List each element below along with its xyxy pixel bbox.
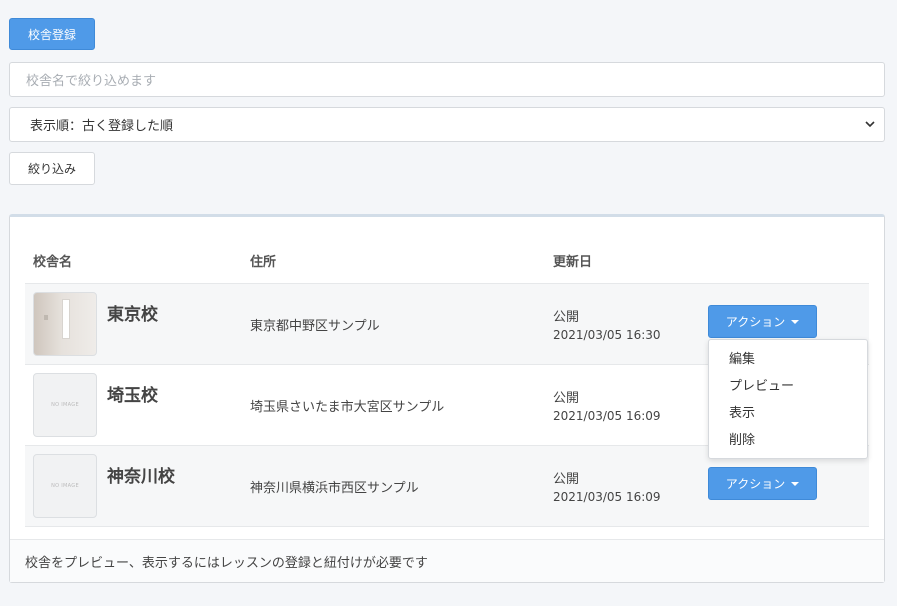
school-thumbnail: [33, 292, 97, 356]
school-status: 公開: [553, 310, 580, 325]
school-thumbnail: NO IMAGE: [33, 454, 97, 518]
action-dropdown-menu: 編集 プレビュー 表示 削除: [708, 339, 868, 459]
school-updated-date: 2021/03/05 16:30: [553, 328, 661, 342]
caret-down-icon: [791, 319, 800, 324]
filter-button[interactable]: 絞り込み: [9, 152, 95, 185]
menu-item-edit[interactable]: 編集: [709, 346, 867, 373]
school-address: 東京都中野区サンプル: [250, 319, 380, 334]
school-thumbnail: NO IMAGE: [33, 373, 97, 437]
no-image-placeholder: NO IMAGE: [51, 402, 79, 408]
header-name: 校舎名: [33, 255, 73, 270]
school-search-input[interactable]: 校舎名で絞り込めます: [9, 62, 885, 97]
table-header: 校舎名 住所 更新日: [25, 237, 869, 284]
school-updated-date: 2021/03/05 16:09: [553, 409, 661, 423]
no-image-placeholder: NO IMAGE: [51, 483, 79, 489]
school-name[interactable]: 東京校: [107, 300, 158, 325]
school-name[interactable]: 埼玉校: [107, 381, 158, 406]
register-school-button[interactable]: 校舎登録: [9, 18, 95, 50]
menu-item-show[interactable]: 表示: [709, 400, 867, 427]
action-button[interactable]: アクション: [708, 467, 817, 500]
sort-order-select[interactable]: 表示順：古く登録した順: [9, 107, 885, 142]
header-updated: 更新日: [553, 255, 593, 270]
chevron-down-icon: [865, 121, 875, 128]
header-address: 住所: [250, 255, 277, 270]
search-placeholder: 校舎名で絞り込めます: [26, 74, 157, 89]
menu-item-preview[interactable]: プレビュー: [709, 373, 867, 400]
action-button[interactable]: アクション: [708, 305, 817, 338]
school-name[interactable]: 神奈川校: [107, 462, 175, 487]
school-address: 神奈川県横浜市西区サンプル: [250, 481, 419, 496]
menu-item-delete[interactable]: 削除: [709, 427, 867, 454]
school-status: 公開: [553, 391, 580, 406]
card-footer-note: 校舎をプレビュー、表示するにはレッスンの登録と紐付けが必要です: [10, 539, 884, 582]
caret-down-icon: [791, 481, 800, 486]
photo-panel: [62, 299, 70, 339]
school-address: 埼玉県さいたま市大宮区サンプル: [250, 400, 445, 415]
school-status: 公開: [553, 472, 580, 487]
school-updated-date: 2021/03/05 16:09: [553, 490, 661, 504]
sort-order-value: 表示順：古く登録した順: [30, 119, 174, 134]
footer-note-text: 校舎をプレビュー、表示するにはレッスンの登録と紐付けが必要です: [25, 556, 428, 571]
action-label: アクション: [725, 477, 786, 491]
photo-switch: [44, 315, 48, 320]
action-label: アクション: [725, 315, 786, 329]
